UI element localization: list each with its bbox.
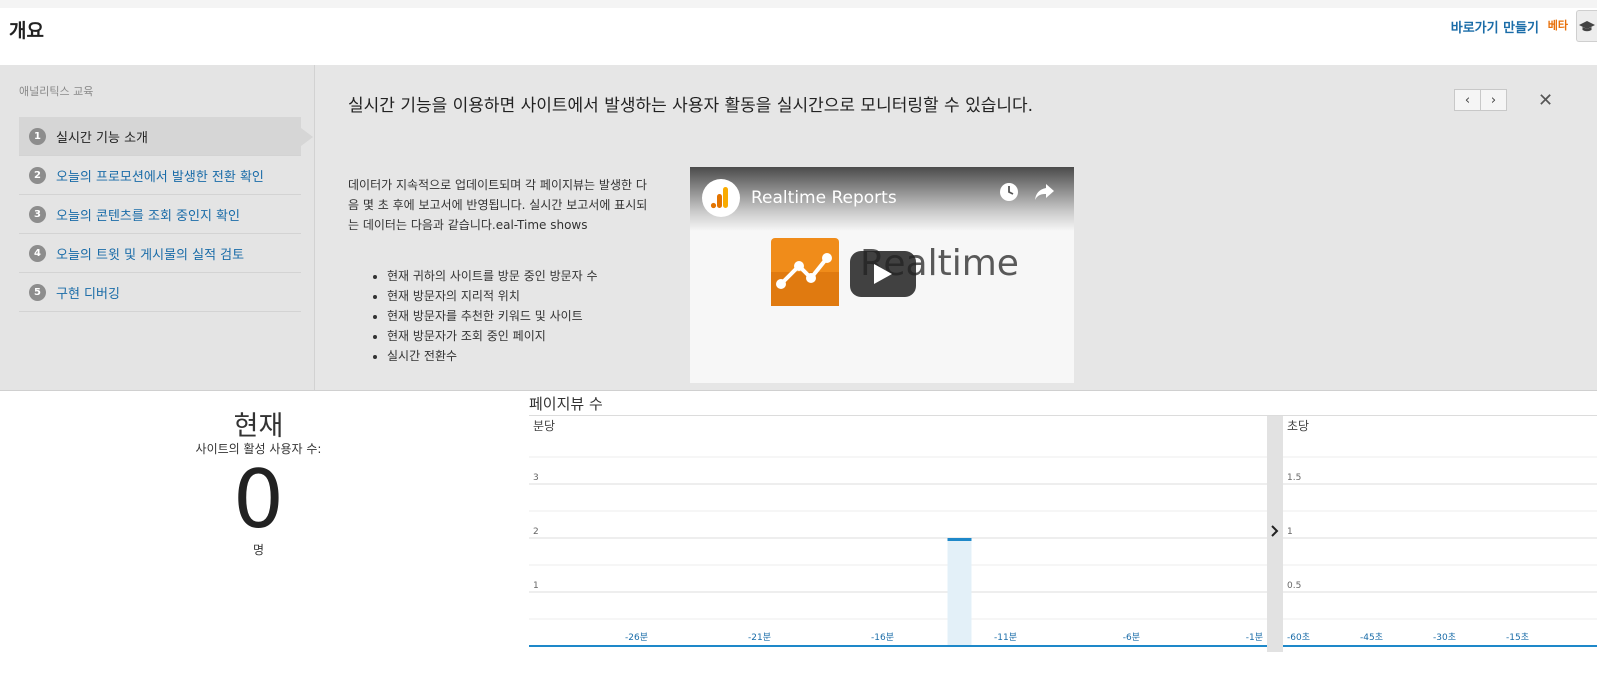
minute-chart-title: 분당 bbox=[533, 419, 555, 433]
education-panel: 애널리틱스 교육 1 실시간 기능 소개 2 오늘의 프로모션에서 발생한 전환 확인… bbox=[0, 65, 1597, 391]
top-strip bbox=[0, 0, 1597, 8]
minute-chart-bg bbox=[529, 416, 1267, 652]
realtime-app-icon bbox=[771, 238, 839, 306]
education-description: 데이터가 지속적으로 업데이트되며 각 페이지뷰는 발생한 다음 몇 초 후에 … bbox=[348, 178, 648, 232]
share-icon[interactable] bbox=[1033, 181, 1055, 203]
page-title: 개요 bbox=[9, 20, 44, 42]
education-step-1[interactable]: 1 실시간 기능 소개 bbox=[19, 117, 313, 156]
second-x-tick: -15초 bbox=[1506, 632, 1529, 643]
watch-later-icon[interactable] bbox=[998, 181, 1020, 203]
education-step-5[interactable]: 5 구현 디버깅 bbox=[19, 273, 301, 312]
chevron-left-icon: ‹ bbox=[1464, 92, 1471, 108]
education-pager: ‹ › bbox=[1454, 89, 1507, 111]
now-title: 현재 bbox=[233, 411, 284, 442]
step-label: 오늘의 트윗 및 게시물의 실적 검토 bbox=[56, 247, 245, 263]
active-users-count: 0 bbox=[233, 453, 284, 546]
second-x-tick: -60초 bbox=[1287, 632, 1310, 643]
previous-button[interactable]: ‹ bbox=[1454, 89, 1481, 111]
education-steps: 1 실시간 기능 소개 2 오늘의 프로모션에서 발생한 전환 확인 3 오늘의 콘텐츠를… bbox=[19, 117, 313, 312]
second-y-tick: 1.5 bbox=[1287, 473, 1301, 483]
close-icon: ✕ bbox=[1538, 90, 1554, 111]
minute-y-tick: 3 bbox=[533, 473, 539, 483]
video-player[interactable]: Realtime Reports Realtime bbox=[690, 167, 1074, 383]
bullet-item: 현재 귀하의 사이트를 방문 중인 방문자 수 bbox=[387, 266, 598, 286]
minute-x-tick: -16분 bbox=[871, 632, 894, 643]
step-number-badge: 4 bbox=[29, 244, 46, 262]
play-button[interactable] bbox=[850, 251, 916, 297]
education-toggle-button[interactable] bbox=[1576, 10, 1597, 42]
bullet-item: 실시간 전환수 bbox=[387, 346, 598, 366]
pageviews-title: 페이지뷰 수 bbox=[529, 395, 603, 413]
minute-x-tick: -26분 bbox=[625, 632, 648, 643]
minute-bar-cap bbox=[947, 538, 972, 541]
minute-bar[interactable] bbox=[947, 538, 972, 646]
education-step-4[interactable]: 4 오늘의 트윗 및 게시물의 실적 검토 bbox=[19, 234, 301, 273]
minute-x-tick: -1분 bbox=[1246, 632, 1263, 643]
step-label: 구현 디버깅 bbox=[56, 286, 120, 302]
second-x-tick: -30초 bbox=[1433, 632, 1456, 643]
second-x-tick: -45초 bbox=[1360, 632, 1383, 643]
bullet-item: 현재 방문자가 조회 중인 페이지 bbox=[387, 326, 598, 346]
page-header: 개요 바로가기 만들기 베타 bbox=[0, 8, 1597, 66]
education-sidebar-title: 애널리틱스 교육 bbox=[19, 85, 94, 98]
step-number-badge: 5 bbox=[29, 283, 46, 301]
minute-y-tick: 2 bbox=[533, 527, 539, 537]
education-content: 실시간 기능을 이용하면 사이트에서 발생하는 사용자 활동을 실시간으로 모니… bbox=[315, 65, 1597, 390]
beta-badge: 베타 bbox=[1547, 19, 1568, 32]
minute-x-tick: -6분 bbox=[1123, 632, 1140, 643]
play-icon bbox=[874, 264, 892, 284]
analytics-logo-icon bbox=[702, 179, 740, 217]
bullet-item: 현재 방문자의 지리적 위치 bbox=[387, 286, 598, 306]
second-y-tick: 1 bbox=[1287, 527, 1293, 537]
step-label: 오늘의 콘텐츠를 조회 중인지 확인 bbox=[56, 208, 240, 224]
second-y-tick: 0.5 bbox=[1287, 581, 1301, 591]
graduation-cap-icon bbox=[1579, 21, 1595, 32]
active-users-unit: 명 bbox=[252, 543, 265, 557]
education-bullets: 현재 귀하의 사이트를 방문 중인 방문자 수 현재 방문자의 지리적 위치 현… bbox=[369, 266, 598, 366]
education-step-3[interactable]: 3 오늘의 콘텐츠를 조회 중인지 확인 bbox=[19, 195, 301, 234]
education-heading: 실시간 기능을 이용하면 사이트에서 발생하는 사용자 활동을 실시간으로 모니… bbox=[348, 96, 1034, 116]
close-button[interactable]: ✕ bbox=[1538, 90, 1553, 111]
video-title: Realtime Reports bbox=[751, 188, 897, 208]
pageviews-charts: 분당 1 2 3 -26분 -21분 -16분 -11분 -6분 -1분 초당 0.5 1 1.5 -60초… bbox=[529, 416, 1597, 652]
step-label: 오늘의 프로모션에서 발생한 전환 확인 bbox=[56, 169, 264, 185]
second-chart-bg bbox=[1283, 416, 1597, 652]
step-label: 실시간 기능 소개 bbox=[56, 130, 148, 146]
create-shortcut-link[interactable]: 바로가기 만들기 bbox=[1451, 17, 1539, 36]
second-chart-title: 초당 bbox=[1287, 419, 1309, 433]
step-number-badge: 3 bbox=[29, 205, 46, 223]
education-step-2[interactable]: 2 오늘의 프로모션에서 발생한 전환 확인 bbox=[19, 156, 301, 195]
step-number-badge: 2 bbox=[29, 166, 46, 184]
bullet-item: 현재 방문자를 추천한 키워드 및 사이트 bbox=[387, 306, 598, 326]
step-number-badge: 1 bbox=[29, 127, 46, 145]
next-button[interactable]: › bbox=[1481, 89, 1507, 111]
minute-x-tick: -21분 bbox=[748, 632, 771, 643]
minute-y-tick: 1 bbox=[533, 581, 539, 591]
chevron-right-icon: › bbox=[1490, 92, 1497, 108]
education-sidebar: 애널리틱스 교육 1 실시간 기능 소개 2 오늘의 프로모션에서 발생한 전환 확인… bbox=[0, 65, 315, 390]
minute-x-tick: -11분 bbox=[994, 632, 1017, 643]
